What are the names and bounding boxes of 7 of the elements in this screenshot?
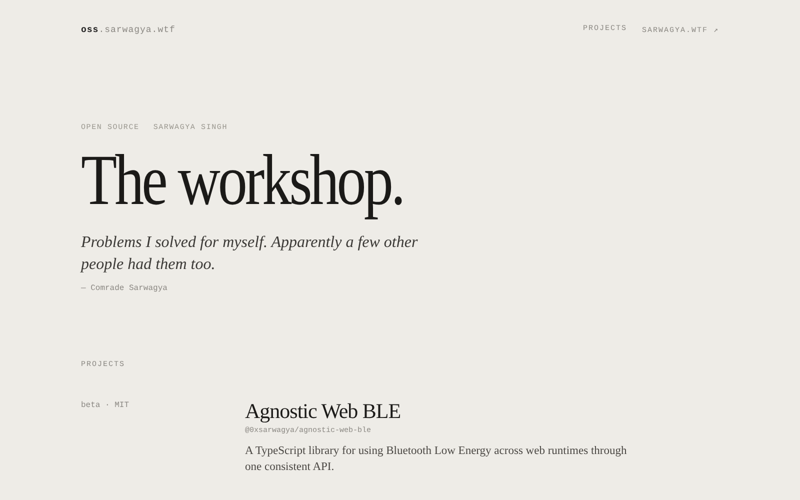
project-description: A TypeScript library for using Bluetooth Low Energy across web runtimes through one consistent API. — [245, 444, 628, 475]
tagline: Problems I solved for myself. Apparently a few other people had them too. — [81, 233, 419, 275]
site-logo[interactable]: oss.sarwagya.wtf — [81, 25, 176, 35]
project-meta: beta · MIT — [81, 400, 130, 412]
attribution: — Comrade Sarwagya — [81, 284, 168, 293]
page-title: The workshop. — [81, 140, 404, 220]
project-name[interactable]: Agnostic Web BLE — [245, 399, 401, 423]
